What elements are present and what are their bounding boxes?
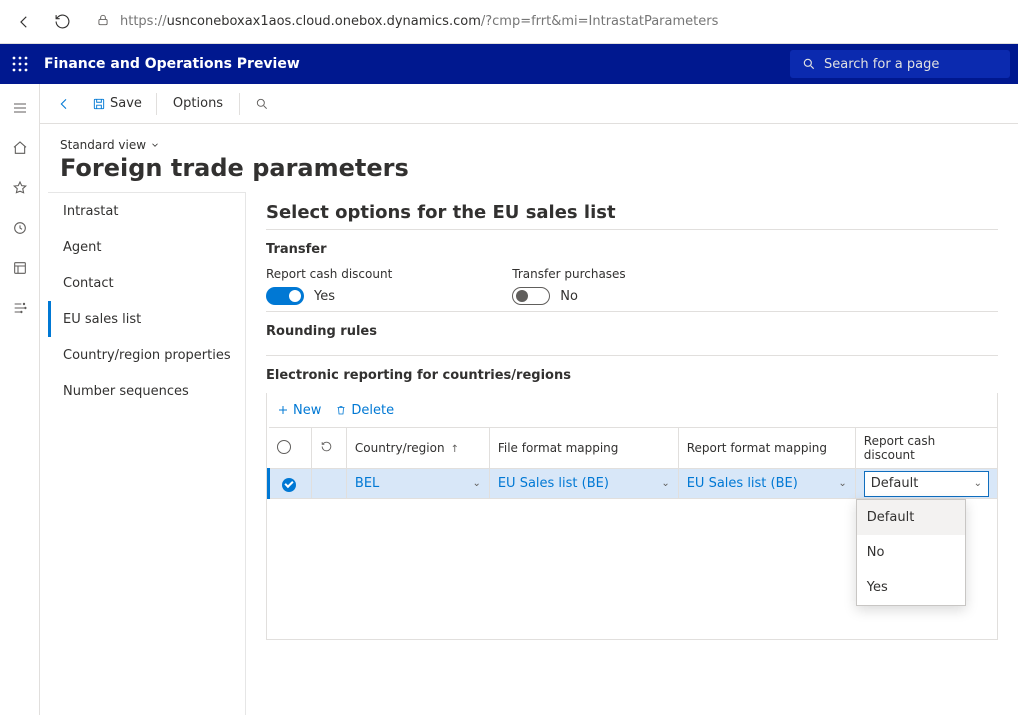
lock-icon [96,13,110,31]
country-region-cell[interactable]: BEL⌄ [355,476,481,491]
report-cash-discount-toggle[interactable] [266,287,304,305]
sidemenu-item-contact[interactable]: Contact [48,265,245,301]
browser-back-button[interactable] [10,8,38,36]
col-country-region[interactable]: Country/region↑ [346,428,489,469]
pane-heading: Select options for the EU sales list [266,192,998,229]
table-row[interactable]: BEL⌄ EU Sales list (BE)⌄ [269,469,998,499]
dropdown-option-default[interactable]: Default [857,500,965,535]
save-button[interactable]: Save [86,92,148,115]
app-launcher-button[interactable] [0,44,40,84]
transfer-purchases-toggle[interactable] [512,287,550,305]
save-label: Save [110,96,142,111]
file-format-cell[interactable]: EU Sales list (BE)⌄ [498,476,670,491]
browser-url-bar[interactable]: https://usnconeboxax1aos.cloud.onebox.dy… [86,7,1008,37]
recent-icon[interactable] [4,212,36,244]
global-search-input[interactable]: Search for a page [790,50,1010,78]
search-button[interactable] [248,90,276,118]
options-button[interactable]: Options [165,92,231,115]
sort-up-icon: ↑ [451,444,459,455]
grid-new-button[interactable]: New [277,403,321,418]
col-report-cash-discount[interactable]: Report cash discount [855,428,997,469]
dropdown-option-yes[interactable]: Yes [857,570,965,605]
dropdown-option-no[interactable]: No [857,535,965,570]
search-placeholder: Search for a page [824,57,939,72]
report-format-cell[interactable]: EU Sales list (BE)⌄ [687,476,847,491]
sidemenu-item-eu-sales-list[interactable]: EU sales list [48,301,245,337]
sidemenu-item-intrastat[interactable]: Intrastat [48,193,245,229]
sidemenu-item-number-sequences[interactable]: Number sequences [48,373,245,409]
section-nav: Intrastat Agent Contact EU sales list Co… [48,192,246,715]
chevron-down-icon: ⌄ [974,478,982,489]
separator [239,93,240,115]
modules-icon[interactable] [4,292,36,324]
chevron-down-icon [150,140,160,150]
sidemenu-item-country-region[interactable]: Country/region properties [48,337,245,373]
report-cash-discount-value: Yes [314,289,335,304]
section-transfer-title: Transfer [266,242,998,257]
favorites-icon[interactable] [4,172,36,204]
section-er-title: Electronic reporting for countries/regio… [266,368,998,383]
section-rounding-title: Rounding rules [266,324,998,339]
workspaces-icon[interactable] [4,252,36,284]
back-button[interactable] [50,90,78,118]
report-cash-discount-cell[interactable]: Default ⌄ [864,471,989,497]
chevron-down-icon: ⌄ [661,478,669,489]
separator [156,93,157,115]
url-text: https://usnconeboxax1aos.cloud.onebox.dy… [120,14,718,29]
report-cash-discount-dropdown: Default No Yes [856,499,966,606]
sidemenu-item-agent[interactable]: Agent [48,229,245,265]
col-refresh[interactable] [311,428,346,469]
col-file-format[interactable]: File format mapping [489,428,678,469]
report-cash-discount-label: Report cash discount [266,267,392,281]
grid-delete-button[interactable]: Delete [335,403,394,418]
chevron-down-icon: ⌄ [838,478,846,489]
row-select-checkbox[interactable] [282,478,296,492]
hamburger-icon[interactable] [4,92,36,124]
col-select-all[interactable] [269,428,312,469]
page-title: Foreign trade parameters [60,154,998,182]
view-selector[interactable]: Standard view [60,138,998,152]
home-icon[interactable] [4,132,36,164]
transfer-purchases-label: Transfer purchases [512,267,625,281]
app-title: Finance and Operations Preview [44,56,300,72]
col-report-format[interactable]: Report format mapping [678,428,855,469]
browser-refresh-button[interactable] [48,8,76,36]
chevron-down-icon: ⌄ [472,478,480,489]
transfer-purchases-value: No [560,289,578,304]
